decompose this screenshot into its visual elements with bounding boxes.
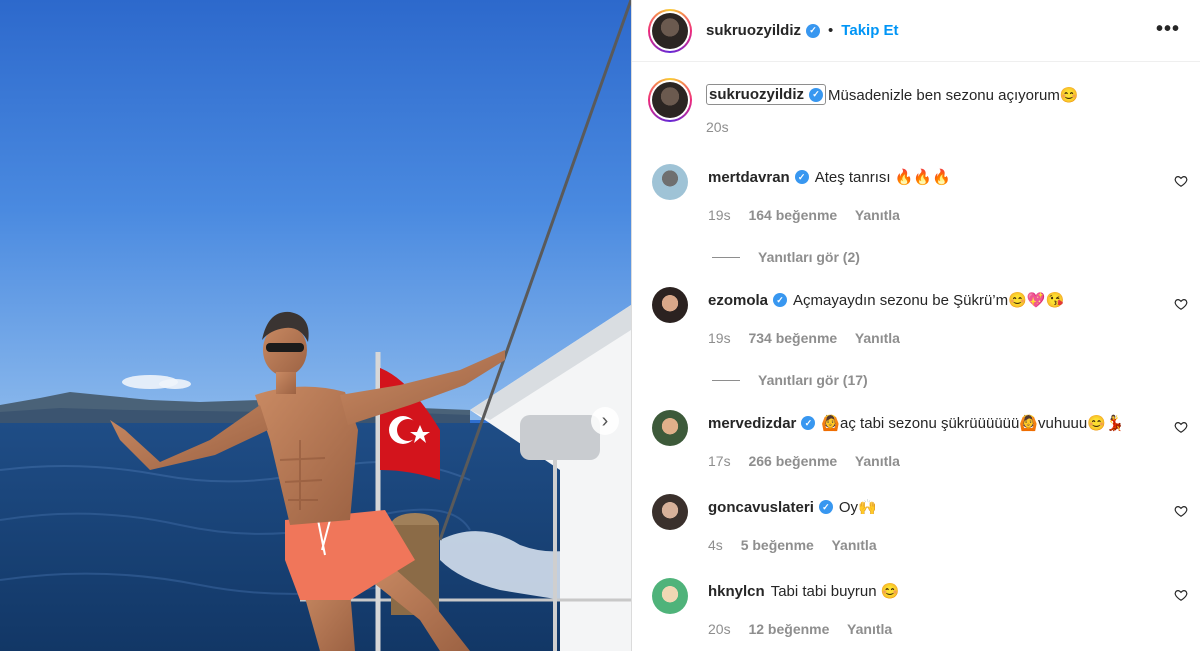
separator-dot: • — [828, 22, 834, 39]
post-image — [0, 0, 631, 651]
commenter-avatar[interactable] — [652, 578, 688, 614]
commenter-avatar[interactable] — [652, 494, 688, 530]
comment-text: Tabi tabi buyrun 😊 — [770, 583, 900, 600]
comment-text: Ateş tanrısı 🔥🔥🔥 — [814, 169, 951, 186]
reply-button[interactable]: Yanıtla — [831, 537, 876, 553]
follow-button[interactable]: Takip Et — [841, 22, 898, 39]
view-replies-label: Yanıtları gör (17) — [758, 372, 868, 388]
comment-username[interactable]: ezomola — [708, 292, 768, 309]
heart-icon[interactable] — [1174, 420, 1188, 434]
post-photo[interactable]: › — [0, 0, 631, 651]
comment-timestamp[interactable]: 19s — [708, 207, 731, 223]
post-header: sukruozyildiz ✓ • Takip Et ••• — [632, 0, 1200, 62]
avatar-image — [652, 82, 688, 118]
commenter-avatar[interactable] — [652, 410, 688, 446]
replies-line — [712, 379, 740, 381]
reply-button[interactable]: Yanıtla — [855, 453, 900, 469]
comment-username[interactable]: mertdavran — [708, 169, 790, 186]
author-avatar[interactable] — [648, 8, 692, 53]
commenter-avatar[interactable] — [652, 164, 688, 200]
comment-likes[interactable]: 266 beğenme — [748, 453, 837, 469]
reply-button[interactable]: Yanıtla — [855, 330, 900, 346]
verified-badge-icon: ✓ — [818, 500, 833, 514]
comment-timestamp[interactable]: 19s — [708, 330, 731, 346]
author-username[interactable]: sukruozyildiz — [706, 22, 801, 39]
post-details-panel: sukruozyildiz ✓ • Takip Et ••• sukruozyi… — [631, 0, 1200, 651]
heart-icon[interactable] — [1174, 504, 1188, 518]
caption-username[interactable]: sukruozyildiz ✓ — [706, 84, 827, 105]
view-replies-button[interactable]: Yanıtları gör (17) — [712, 372, 1192, 388]
comment-username[interactable]: hknylcn — [708, 583, 765, 600]
post-caption: sukruozyildiz ✓ Müsadenizle ben sezonu a… — [648, 78, 1079, 135]
next-image-button[interactable]: › — [591, 407, 619, 435]
comment-username[interactable]: mervedizdar — [708, 415, 796, 432]
caption-timestamp[interactable]: 20s — [706, 119, 1079, 135]
comment-text: Açmayaydın sezonu be Şükrü’m😊💖😘 — [793, 292, 1065, 309]
heart-icon[interactable] — [1174, 588, 1188, 602]
view-replies-button[interactable]: Yanıtları gör (2) — [712, 249, 1192, 265]
comment-username[interactable]: goncavuslateri — [708, 499, 814, 516]
caption-text: Müsadenizle ben sezonu açıyorum😊 — [828, 86, 1079, 104]
comment-item: goncavuslateri ✓ Oy🙌 4s 5 beğenme Yanıtl… — [652, 494, 1192, 553]
comment-item: mertdavran ✓ Ateş tanrısı 🔥🔥🔥 19s 164 be… — [652, 164, 1192, 265]
reply-button[interactable]: Yanıtla — [847, 621, 892, 637]
comment-likes[interactable]: 5 beğenme — [741, 537, 814, 553]
commenter-avatar[interactable] — [652, 287, 688, 323]
comment-timestamp[interactable]: 17s — [708, 453, 731, 469]
comment-item: mervedizdar ✓ 🙆aç tabi sezonu şükrüüüüüü… — [652, 410, 1192, 469]
comment-item: ezomola ✓ Açmayaydın sezonu be Şükrü’m😊💖… — [652, 287, 1192, 388]
comment-text: 🙆aç tabi sezonu şükrüüüüüü🙆vuhuuu😊💃 — [821, 415, 1125, 432]
verified-badge-icon: ✓ — [806, 23, 821, 38]
avatar-image — [652, 12, 688, 49]
comment-likes[interactable]: 164 beğenme — [748, 207, 837, 223]
heart-icon[interactable] — [1174, 297, 1188, 311]
verified-badge-icon: ✓ — [809, 87, 824, 102]
replies-line — [712, 256, 740, 258]
caption-author-avatar[interactable] — [648, 78, 692, 122]
heart-icon[interactable] — [1174, 174, 1188, 188]
verified-badge-icon: ✓ — [794, 170, 809, 184]
reply-button[interactable]: Yanıtla — [855, 207, 900, 223]
chevron-right-icon: › — [601, 410, 609, 432]
comment-timestamp[interactable]: 20s — [708, 621, 731, 637]
comment-item: hknylcn Tabi tabi buyrun 😊 20s 12 beğenm… — [652, 578, 1192, 637]
comment-timestamp[interactable]: 4s — [708, 537, 723, 553]
caption-username-text: sukruozyildiz — [709, 86, 805, 103]
verified-badge-icon: ✓ — [773, 293, 788, 307]
more-options-icon[interactable]: ••• — [1156, 18, 1180, 41]
comment-likes[interactable]: 734 beğenme — [748, 330, 837, 346]
verified-badge-icon: ✓ — [801, 416, 816, 430]
view-replies-label: Yanıtları gör (2) — [758, 249, 860, 265]
comment-text: Oy🙌 — [838, 499, 877, 516]
comment-likes[interactable]: 12 beğenme — [748, 621, 829, 637]
